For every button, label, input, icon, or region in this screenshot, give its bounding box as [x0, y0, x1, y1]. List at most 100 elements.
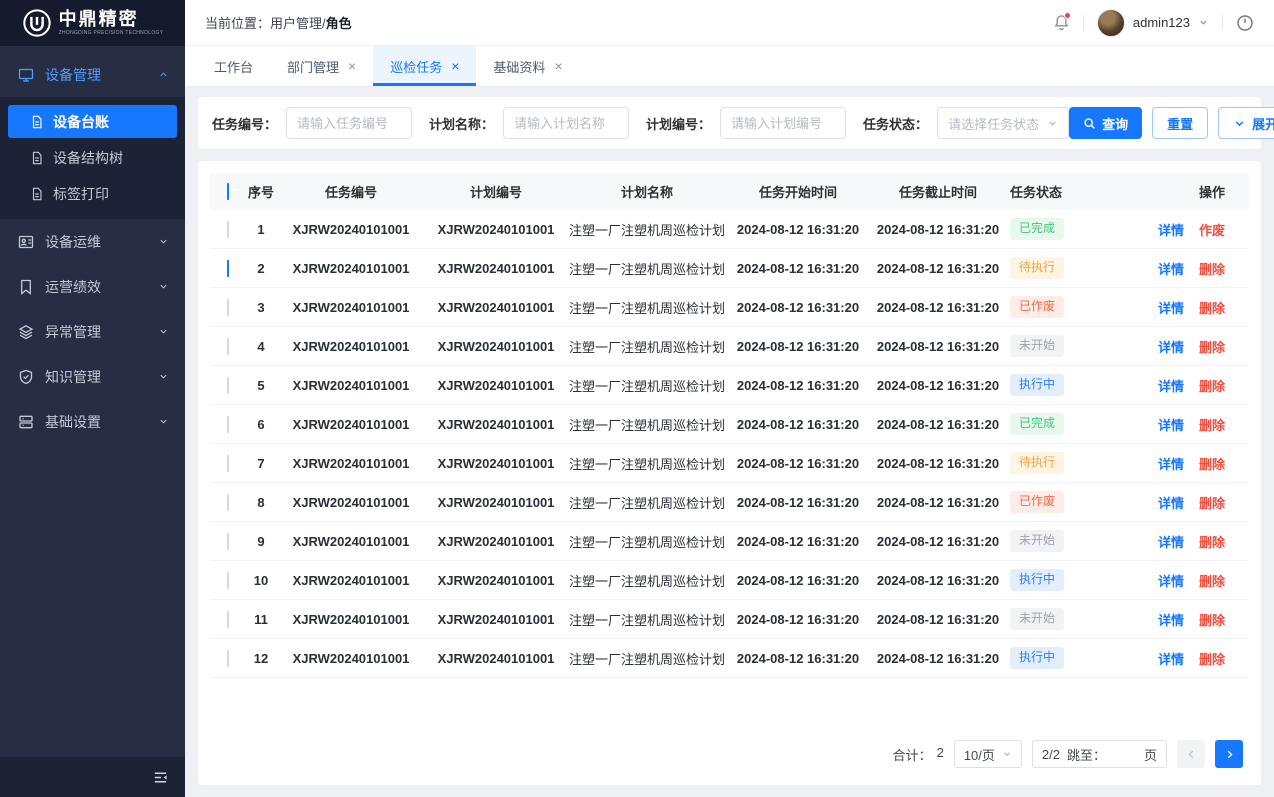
row-checkbox-cell — [210, 612, 246, 627]
row-checkbox[interactable] — [227, 416, 229, 433]
logout-power-icon[interactable] — [1236, 14, 1254, 32]
tab-workbench[interactable]: 工作台 — [197, 46, 270, 86]
status-cell: 待执行 — [1008, 257, 1112, 279]
close-icon[interactable]: × — [554, 59, 562, 73]
sidebar-item-basic-settings[interactable]: 基础设置 — [0, 399, 185, 444]
action-详情[interactable]: 详情 — [1158, 493, 1184, 512]
row-checkbox[interactable] — [227, 455, 229, 472]
row-checkbox[interactable] — [227, 338, 229, 355]
expand-button[interactable]: 展开 — [1218, 107, 1274, 139]
action-删除[interactable]: 删除 — [1199, 493, 1225, 512]
sidebar-item-exception-management[interactable]: 异常管理 — [0, 309, 185, 354]
plan-name: 注塑一厂注塑机周巡检计划 — [566, 454, 728, 473]
plan-name-input[interactable] — [503, 107, 629, 139]
action-详情[interactable]: 详情 — [1158, 610, 1184, 629]
bookmark-icon — [18, 279, 34, 295]
task-no: XJRW20240101001 — [276, 456, 426, 471]
action-删除[interactable]: 删除 — [1199, 571, 1225, 590]
row-actions: 详情删除 — [1112, 376, 1249, 395]
row-actions: 详情删除 — [1112, 337, 1249, 356]
shield-icon — [18, 369, 34, 385]
task-status-label: 任务状态： — [863, 114, 928, 133]
sidebar-item-operation-performance[interactable]: 运营绩效 — [0, 264, 185, 309]
page-size-select[interactable]: 10/页 — [954, 740, 1022, 768]
start-time: 2024-08-12 16:31:20 — [728, 378, 868, 393]
status-cell: 已完成 — [1008, 413, 1112, 435]
action-详情[interactable]: 详情 — [1158, 337, 1184, 356]
action-详情[interactable]: 详情 — [1158, 649, 1184, 668]
sidebar-item-device-operations[interactable]: 设备运维 — [0, 219, 185, 264]
end-time: 2024-08-12 16:31:20 — [868, 417, 1008, 432]
action-详情[interactable]: 详情 — [1158, 415, 1184, 434]
table-row: 10XJRW20240101001XJRW20240101001注塑一厂注塑机周… — [210, 561, 1249, 600]
action-删除[interactable]: 删除 — [1199, 376, 1225, 395]
col-index: 序号 — [246, 182, 276, 201]
action-详情[interactable]: 详情 — [1158, 376, 1184, 395]
task-no: XJRW20240101001 — [276, 612, 426, 627]
row-checkbox[interactable] — [227, 533, 229, 550]
row-checkbox[interactable] — [227, 221, 229, 238]
action-删除[interactable]: 删除 — [1199, 337, 1225, 356]
row-checkbox[interactable] — [227, 377, 229, 394]
tab-inspection-task[interactable]: 巡检任务× — [373, 46, 476, 86]
task-no: XJRW20240101001 — [276, 534, 426, 549]
sidebar-item-label-print[interactable]: 标签打印 — [8, 177, 177, 210]
row-checkbox-cell — [210, 261, 246, 276]
action-删除[interactable]: 删除 — [1199, 454, 1225, 473]
plan-name-label: 计划名称： — [429, 114, 494, 133]
row-actions: 详情删除 — [1112, 649, 1249, 668]
user-menu[interactable]: admin123 — [1097, 9, 1209, 37]
end-time: 2024-08-12 16:31:20 — [868, 378, 1008, 393]
prev-page-button[interactable] — [1177, 740, 1205, 768]
row-checkbox[interactable] — [227, 611, 229, 628]
sidebar-item-device-ledger[interactable]: 设备台账 — [8, 105, 177, 138]
action-删除[interactable]: 删除 — [1199, 610, 1225, 629]
reset-button[interactable]: 重置 — [1152, 107, 1208, 139]
row-checkbox[interactable] — [227, 572, 229, 589]
action-删除[interactable]: 删除 — [1199, 259, 1225, 278]
sidebar-item-device-structure-tree[interactable]: 设备结构树 — [8, 141, 177, 174]
select-all-checkbox[interactable] — [227, 183, 229, 200]
plan-no-input[interactable] — [720, 107, 846, 139]
row-checkbox[interactable] — [227, 260, 229, 277]
action-删除[interactable]: 删除 — [1199, 298, 1225, 317]
status-badge: 执行中 — [1010, 374, 1064, 396]
action-详情[interactable]: 详情 — [1158, 259, 1184, 278]
action-删除[interactable]: 删除 — [1199, 415, 1225, 434]
action-详情[interactable]: 详情 — [1158, 532, 1184, 551]
action-作废[interactable]: 作废 — [1199, 220, 1225, 239]
task-status-select[interactable]: 请选择任务状态 — [937, 107, 1069, 139]
sidebar-item-knowledge-management[interactable]: 知识管理 — [0, 354, 185, 399]
plan-name: 注塑一厂注塑机周巡检计划 — [566, 415, 728, 434]
action-删除[interactable]: 删除 — [1199, 532, 1225, 551]
row-checkbox[interactable] — [227, 494, 229, 511]
search-button[interactable]: 查询 — [1069, 107, 1142, 139]
row-index: 3 — [246, 300, 276, 315]
tab-basic-data[interactable]: 基础资料× — [476, 46, 579, 86]
task-no: XJRW20240101001 — [276, 222, 426, 237]
action-删除[interactable]: 删除 — [1199, 649, 1225, 668]
chevron-down-icon — [158, 326, 169, 337]
sidebar-item-device-management[interactable]: 设备管理 — [0, 52, 185, 97]
col-plan-no: 计划编号 — [426, 182, 566, 201]
row-checkbox[interactable] — [227, 299, 229, 316]
row-index: 4 — [246, 339, 276, 354]
close-icon[interactable]: × — [451, 59, 459, 73]
tab-department-management[interactable]: 部门管理× — [270, 46, 373, 86]
row-checkbox[interactable] — [227, 650, 229, 667]
action-详情[interactable]: 详情 — [1158, 454, 1184, 473]
table-row: 4XJRW20240101001XJRW20240101001注塑一厂注塑机周巡… — [210, 327, 1249, 366]
next-page-button[interactable] — [1215, 740, 1243, 768]
close-icon[interactable]: × — [348, 59, 356, 73]
col-actions: 操作 — [1112, 182, 1249, 201]
notification-bell-icon[interactable] — [1053, 14, 1070, 31]
plan-name: 注塑一厂注塑机周巡检计划 — [566, 259, 728, 278]
task-no-input[interactable] — [286, 107, 412, 139]
action-详情[interactable]: 详情 — [1158, 220, 1184, 239]
start-time: 2024-08-12 16:31:20 — [728, 651, 868, 666]
action-详情[interactable]: 详情 — [1158, 571, 1184, 590]
table-card: 序号 任务编号 计划编号 计划名称 任务开始时间 任务截止时间 任务状态 操作 … — [198, 161, 1261, 785]
plan-no: XJRW20240101001 — [426, 378, 566, 393]
sidebar-collapse-button[interactable] — [0, 757, 185, 797]
action-详情[interactable]: 详情 — [1158, 298, 1184, 317]
